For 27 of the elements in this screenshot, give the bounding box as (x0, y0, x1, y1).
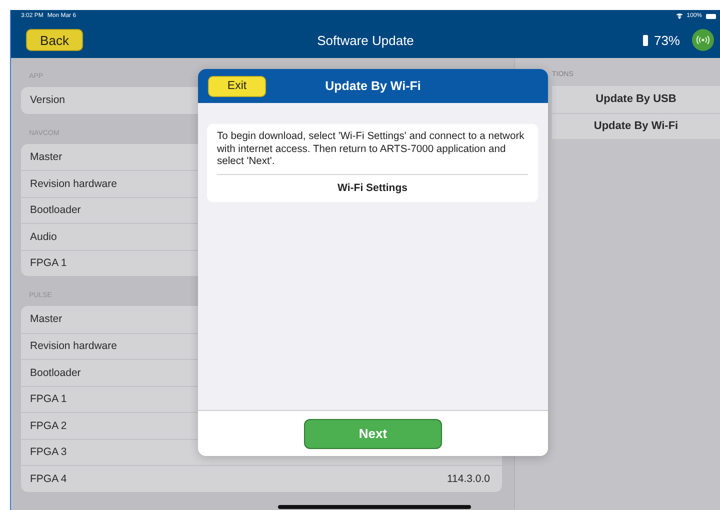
row-label: FPGA 4 (30, 472, 67, 485)
row-label: Bootloader (30, 204, 81, 216)
update-option-button[interactable]: Update By Wi-Fi (552, 112, 720, 139)
instruction-text: To begin download, select 'Wi-Fi Settings' and connect to a network with internet access. Then return to ARTS-7000 application and select 'Next'. (217, 131, 528, 174)
back-button[interactable]: Back (26, 29, 83, 51)
row-label: Revision hardware (30, 340, 117, 352)
battery-icon (706, 14, 716, 18)
update-option-button[interactable]: Update By USB (552, 86, 720, 112)
row-label: Bootloader (30, 366, 81, 379)
wifi-settings-link[interactable]: Wi-Fi Settings (217, 174, 528, 202)
wifi-icon (676, 13, 683, 19)
dialog-title: Update By Wi-Fi (325, 79, 421, 93)
row-label: Master (30, 150, 62, 163)
exit-button[interactable]: Exit (208, 76, 266, 96)
row-label: FPGA 1 (30, 393, 67, 406)
row-label: Audio (30, 230, 57, 243)
row-label: Version (30, 94, 66, 106)
row-label: FPGA 3 (30, 446, 67, 458)
battery-percent: 73% (654, 32, 680, 48)
row-label: FPGA 2 (30, 420, 67, 432)
row-label: Revision hardware (30, 178, 117, 190)
row-label: FPGA 1 (30, 257, 67, 270)
nav-title: Software Update (317, 32, 414, 48)
broadcast-icon[interactable] (692, 29, 714, 51)
row-label: Master (30, 313, 62, 326)
row-value: 114.3.0.0 (446, 472, 490, 485)
battery-icon (642, 34, 648, 46)
